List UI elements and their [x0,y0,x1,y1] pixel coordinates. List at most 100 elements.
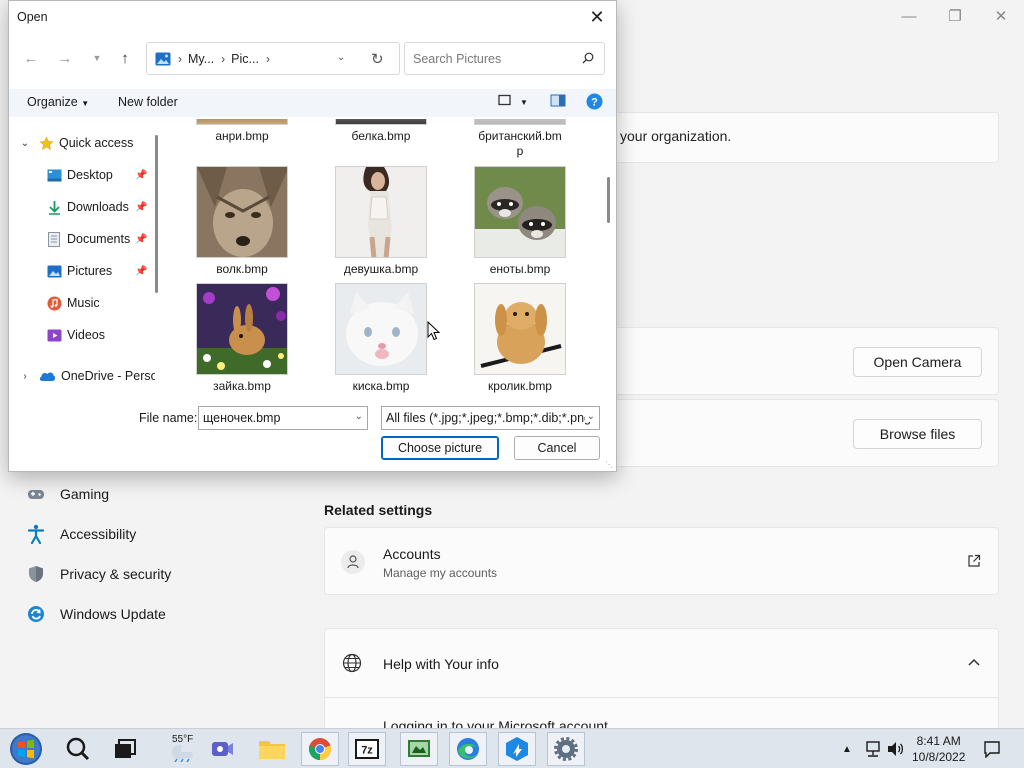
file-item[interactable]: британский.bm p [460,119,580,159]
tree-item-downloads[interactable]: Downloads [46,195,129,219]
edge-icon[interactable] [449,732,487,766]
nav-label: Privacy & security [60,566,172,582]
notification-icon[interactable] [983,729,1001,768]
breadcrumb-separator: › [265,51,270,66]
settings-icon[interactable] [547,732,585,766]
search-icon[interactable] [59,732,97,766]
teams-icon[interactable] [203,732,241,766]
pin-icon: 📌 [135,170,148,181]
file-item[interactable]: белка.bmp [321,119,441,144]
tree-item-videos[interactable]: Videos [46,323,105,347]
file-explorer-icon[interactable] [253,732,291,766]
nav-label: Windows Update [60,606,166,622]
file-thumbnail [335,119,427,125]
tree-item-music[interactable]: Music [46,291,100,315]
chevron-down-icon[interactable]: ⌄ [355,411,363,422]
file-type-value: All files (*.jpg;*.jpeg;*.bmp;*.dib;*.pn… [386,411,591,425]
app-icon[interactable] [400,732,438,766]
tree-item-onedrive[interactable]: › OneDrive - Perso [17,364,155,388]
breadcrumb-item[interactable]: Pic... [231,52,259,66]
nav-label: Accessibility [60,526,137,542]
file-item[interactable]: еноты.bmp [460,166,580,277]
file-name: девушка.bmp [343,262,419,276]
pin-icon: 📌 [135,234,148,245]
tree-scrollbar[interactable] [155,135,158,293]
file-type-select[interactable]: All files (*.jpg;*.jpeg;*.bmp;*.dib;*.pn… [381,406,600,430]
maximize-button[interactable]: ❐ [932,2,978,30]
nav-gaming[interactable]: Gaming [24,479,109,509]
tree-item-pictures[interactable]: Pictures [46,259,112,283]
view-icon[interactable] [498,94,512,110]
search-input[interactable]: Search Pictures [404,42,605,75]
file-name-input[interactable]: щеночек.bmp ⌄ [198,406,368,430]
tree-label: Documents [67,232,131,246]
chrome-icon[interactable] [301,732,339,766]
cancel-button[interactable]: Cancel [514,436,600,460]
choose-picture-button[interactable]: Choose picture [381,436,499,460]
7zip-icon[interactable]: 7z [348,732,386,766]
chevron-down-icon[interactable]: ⌄ [584,411,595,422]
app-icon-2[interactable] [498,732,536,766]
weather-icon[interactable]: 55°F [160,732,204,766]
file-thumbnail [474,166,566,258]
file-item[interactable]: девушка.bmp [321,166,441,277]
back-arrow-icon[interactable]: ← [21,48,41,68]
tree-item-documents[interactable]: Documents [46,227,130,251]
breadcrumb-item[interactable]: My... [188,52,214,66]
refresh-icon[interactable]: ↻ [371,50,384,68]
start-icon[interactable] [6,732,46,766]
help-card: Help with Your info Logging in to your M… [324,628,999,738]
close-icon[interactable]: ✕ [582,4,612,30]
help-icon[interactable]: ? [586,93,603,113]
up-arrow-icon[interactable]: ↑ [115,48,135,68]
file-item[interactable]: кролик.bmp [460,283,580,394]
video-icon [46,327,62,343]
organize-menu[interactable]: Organize ▼ [27,95,89,109]
file-item[interactable]: киска.bmp [321,283,441,394]
nav-privacy-security[interactable]: Privacy & security [24,559,171,589]
network-icon[interactable] [864,729,882,768]
open-camera-button[interactable]: Open Camera [853,347,982,377]
pin-icon: 📌 [135,202,148,213]
tree-item-desktop[interactable]: Desktop [46,163,113,187]
view-dropdown-icon[interactable]: ▼ [520,98,528,107]
chevron-up-icon[interactable] [967,656,981,670]
file-name-label: File name: [139,411,198,425]
resize-grip-icon[interactable]: ⋱ [605,460,613,469]
file-item[interactable]: волк.bmp [182,166,302,277]
close-button[interactable]: ✕ [978,2,1024,30]
preview-pane-icon[interactable] [550,94,566,110]
show-hidden-icons-icon[interactable]: ▲ [842,729,852,768]
dialog-title: Open [17,10,48,24]
task-view-icon[interactable] [106,732,144,766]
volume-icon[interactable] [887,729,905,768]
file-list-scrollbar[interactable] [607,177,610,223]
tree-label: Quick access [59,136,134,150]
recent-dropdown-icon[interactable]: ▼ [87,48,107,68]
star-icon [38,135,54,151]
pictures-folder-icon [155,52,171,66]
clock-time: 8:41 AM [916,734,961,748]
forward-arrow-icon[interactable]: → [55,48,75,68]
breadcrumb-separator: › [221,51,226,66]
tree-label: Music [67,296,100,310]
file-item[interactable]: анри.bmp [182,119,302,144]
nav-accessibility[interactable]: Accessibility [24,519,136,549]
tree-item-quick-access[interactable]: ⌄ Quick access [17,131,133,155]
help-title: Help with Your info [383,656,499,672]
file-item[interactable]: зайка.bmp [182,283,302,394]
dialog-toolbar: Organize ▼ New folder ▼ ? [9,89,616,117]
clock[interactable]: 8:41 AM 10/8/2022 [912,733,965,765]
address-dropdown-icon[interactable]: ⌄ [337,52,345,63]
minimize-button[interactable]: — [886,2,932,30]
chevron-right-icon[interactable]: › [17,368,33,384]
address-bar[interactable]: › My... › Pic... › ⌄ ↻ [146,42,400,75]
nav-windows-update[interactable]: Windows Update [24,599,166,629]
file-thumbnail [474,119,566,125]
chevron-down-icon[interactable]: ⌄ [17,135,33,151]
pictures-icon [46,263,62,279]
file-thumbnail [196,166,288,258]
new-folder-button[interactable]: New folder [118,95,178,109]
browse-files-button[interactable]: Browse files [853,419,982,449]
accounts-card[interactable]: Accounts Manage my accounts [324,527,999,595]
